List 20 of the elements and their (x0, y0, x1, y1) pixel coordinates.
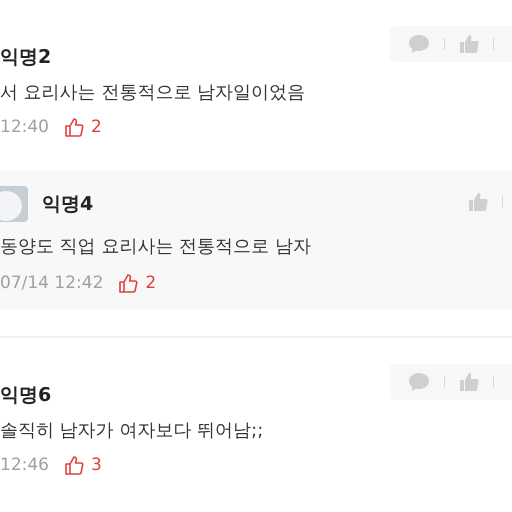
like-count: 2 (145, 274, 156, 292)
author-name: 익명2 (0, 46, 52, 68)
comment-icon[interactable] (408, 34, 430, 54)
comment-text: 동양도 직업 요리사는 전통적으로 남자 (0, 238, 312, 256)
comment-text: 서 요리사는 전통적으로 남자일이었음 (0, 84, 306, 102)
thumbs-up-icon (63, 454, 85, 476)
thumbs-up-icon[interactable] (459, 34, 479, 54)
like-count: 2 (91, 118, 102, 136)
comment-text: 솔직히 남자가 여자보다 뛰어남;; (0, 422, 264, 440)
like-count: 3 (91, 456, 102, 474)
author-name: 익명6 (0, 384, 52, 406)
thumbs-up-icon[interactable] (468, 192, 488, 212)
comment-time: 07/14 12:42 (0, 274, 104, 292)
comment-icon[interactable] (408, 372, 430, 392)
comment-time: 12:40 (0, 118, 49, 136)
thumbs-up-icon (117, 272, 140, 294)
thumbs-up-icon[interactable] (459, 372, 479, 392)
thumbs-up-icon (63, 116, 85, 138)
author-name: 익명4 (42, 194, 94, 214)
comment-time: 12:46 (0, 456, 49, 474)
